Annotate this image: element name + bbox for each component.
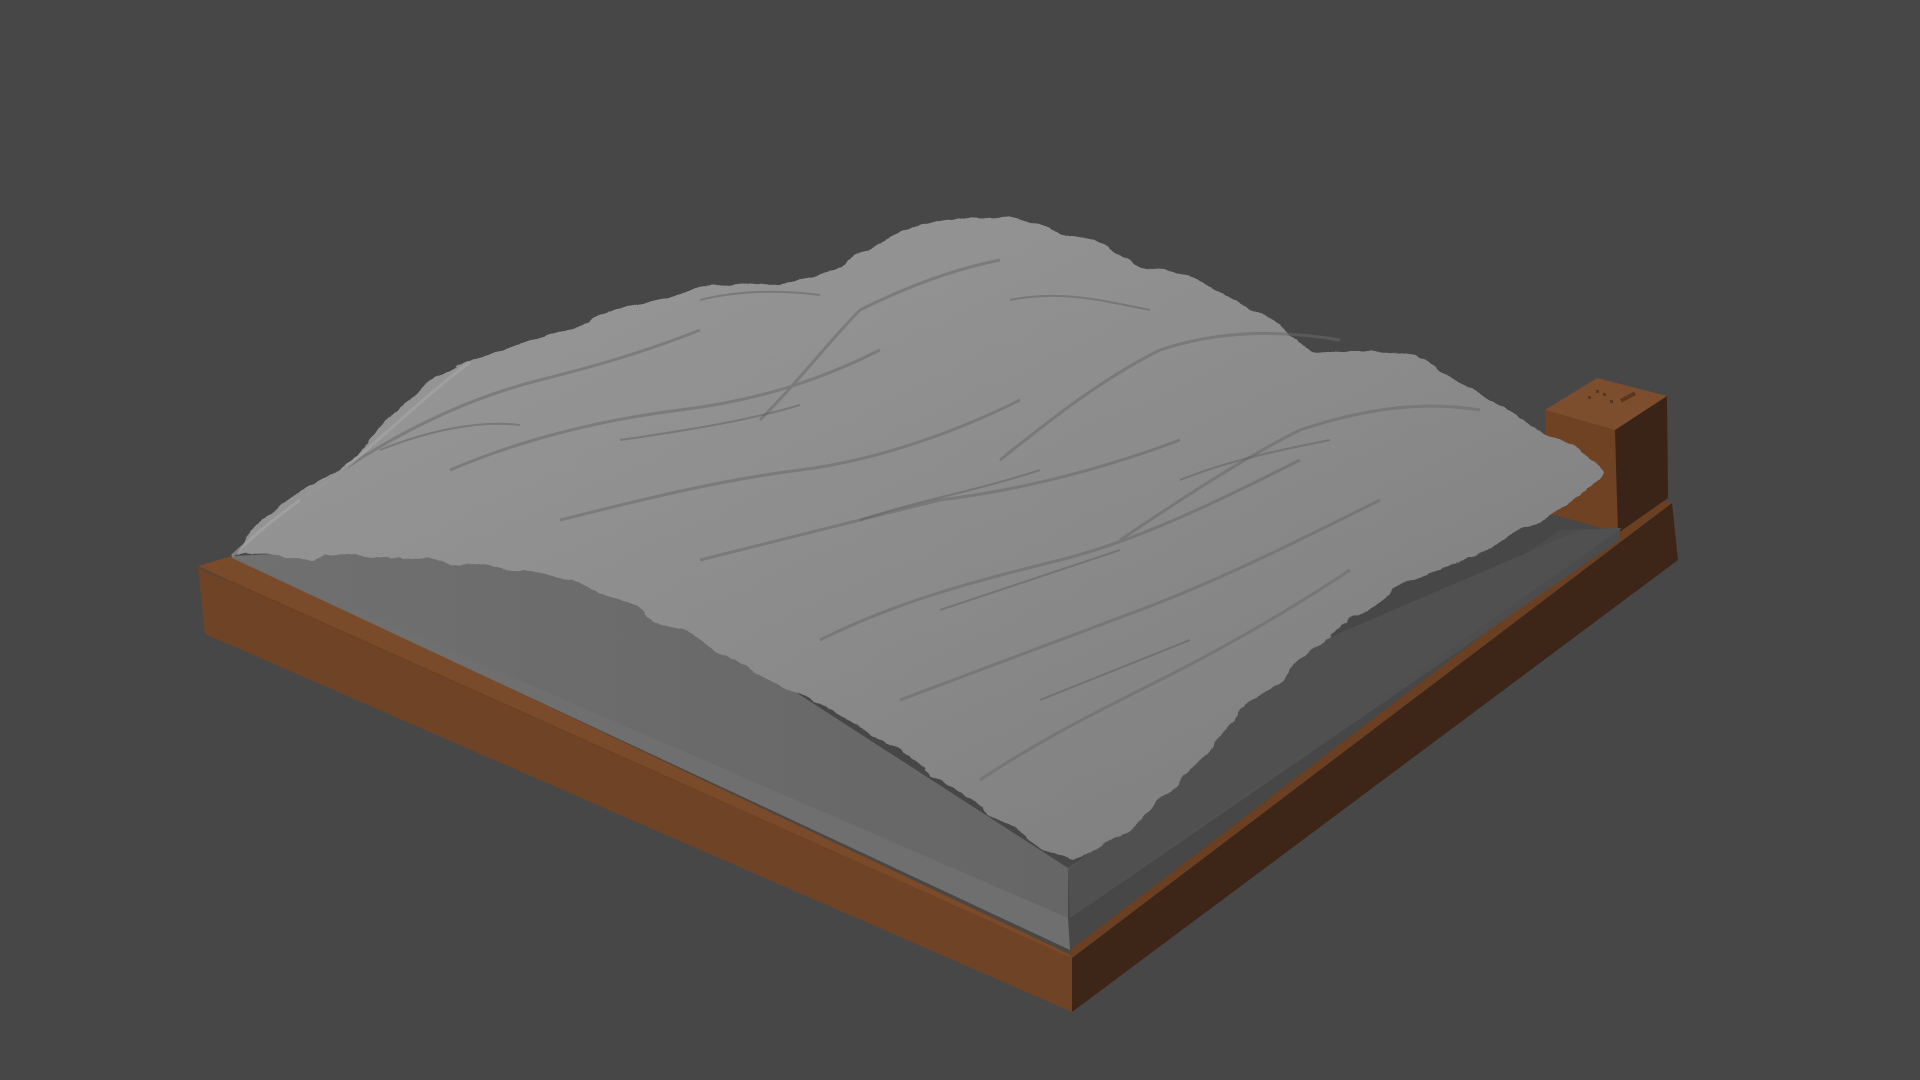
3d-viewport[interactable] <box>0 0 1920 1080</box>
terrain-model-scene[interactable] <box>0 0 1920 1080</box>
